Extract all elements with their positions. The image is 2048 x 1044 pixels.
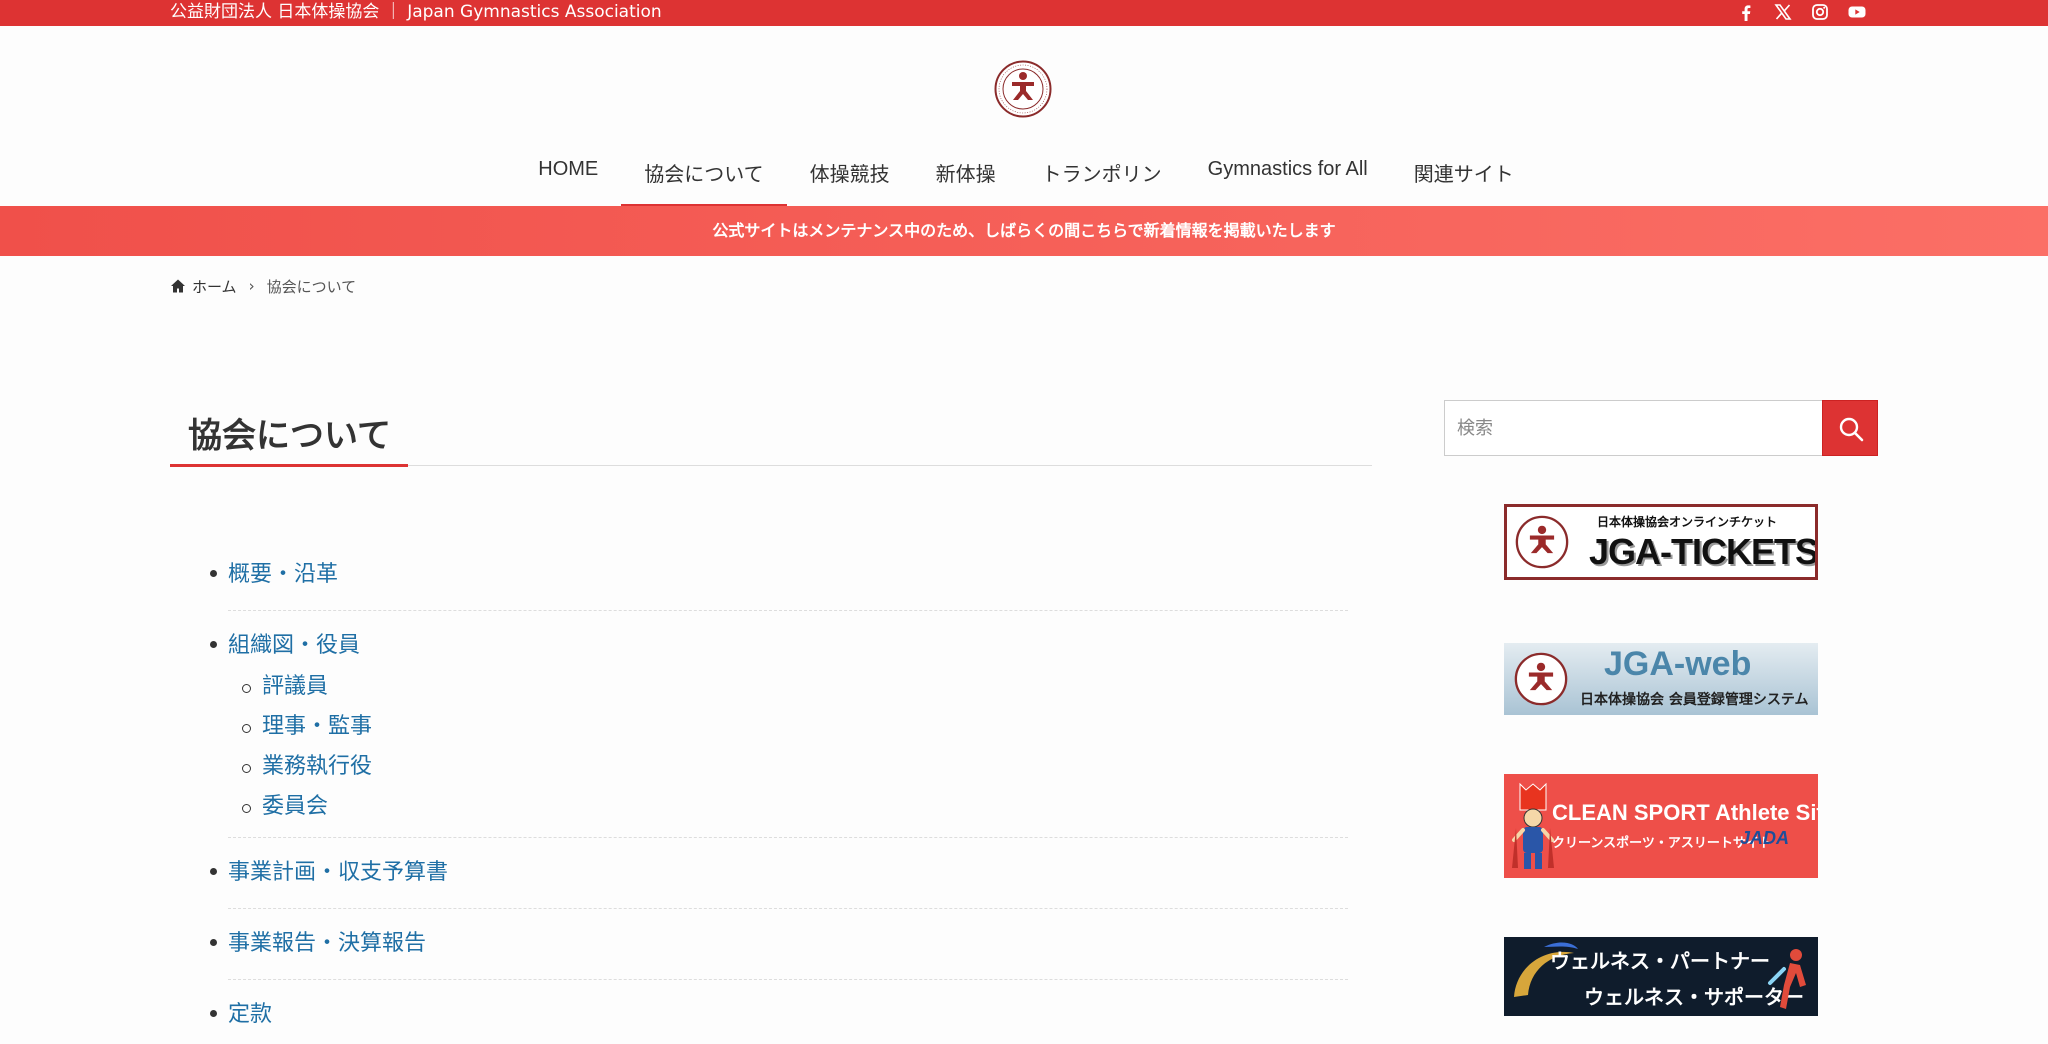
nav-item-related-sites[interactable]: 関連サイト	[1391, 146, 1537, 206]
nav-item-label: 協会について	[644, 164, 764, 186]
link-committees[interactable]: 委員会	[228, 787, 1348, 827]
banner-web-subtitle: 日本体操協会 会員登録管理システム	[1580, 692, 1809, 708]
list-divider	[228, 908, 1348, 909]
facebook-icon[interactable]	[1736, 2, 1756, 22]
banner-wellness-line1: ウェルネス・パートナー	[1550, 949, 1770, 973]
nav-item-label: 新体操	[935, 164, 996, 186]
banner-tickets-subtitle: 日本体操協会オンラインチケット	[1597, 515, 1778, 529]
jga-emblem-icon	[1515, 515, 1569, 569]
sidebar-search	[1444, 400, 1878, 456]
banner-clean-sport-subtitle: クリーンスポーツ・アスリートサイト	[1552, 836, 1772, 851]
banner-clean-sport-title: CLEAN SPORT Athlete Site	[1552, 800, 1818, 825]
breadcrumb: ホーム › 協会について	[170, 274, 356, 298]
search-input[interactable]	[1444, 400, 1822, 456]
banner-jga-web[interactable]: JGA-web 日本体操協会 会員登録管理システム	[1504, 643, 1818, 715]
link-articles-of-incorporation[interactable]: 定款	[228, 988, 1348, 1042]
list-divider	[228, 979, 1348, 980]
link-business-report-financials[interactable]: 事業報告・決算報告	[228, 917, 1348, 971]
maintenance-notice: 公式サイトはメンテナンス中のため、しばらくの間こちらで新着情報を掲載いたします	[0, 206, 2048, 256]
banner-jada-logo: JADA	[1740, 828, 1790, 848]
mascot-icon	[1512, 782, 1554, 869]
x-icon[interactable]	[1773, 2, 1793, 22]
banner-clean-sport[interactable]: CLEAN SPORT Athlete Site クリーンスポーツ・アスリートサ…	[1504, 774, 1818, 878]
title-accent-bar	[170, 464, 408, 467]
nav-item-gymnastics-for-all[interactable]: Gymnastics for All	[1185, 146, 1391, 206]
nav-item-artistic-gymnastics[interactable]: 体操競技	[787, 146, 913, 206]
link-overview-history[interactable]: 概要・沿革	[228, 548, 1348, 602]
banner-web-title: JGA-web	[1604, 645, 1752, 683]
list-item: 定款	[208, 988, 1348, 1042]
gymnast-figure-icon	[1768, 949, 1806, 1009]
banner-jga-tickets[interactable]: 日本体操協会オンラインチケット JGA-TICKETS	[1504, 504, 1818, 580]
link-business-plan-budget[interactable]: 事業計画・収支予算書	[228, 846, 1348, 900]
nav-item-label: Gymnastics for All	[1207, 158, 1368, 180]
nav-item-label: HOME	[538, 158, 599, 180]
jga-emblem-icon	[1514, 652, 1568, 706]
nav-item-rhythmic-gymnastics[interactable]: 新体操	[913, 146, 1019, 206]
link-organization-officers[interactable]: 組織図・役員	[228, 619, 1348, 673]
nav-item-trampoline[interactable]: トランポリン	[1019, 146, 1185, 206]
search-icon	[1839, 417, 1864, 442]
nav-item-label: 関連サイト	[1413, 164, 1514, 186]
page-title: 協会について	[188, 416, 391, 456]
youtube-icon[interactable]	[1847, 2, 1867, 22]
list-divider	[228, 837, 1348, 838]
nav-item-label: トランポリン	[1041, 164, 1162, 186]
instagram-icon[interactable]	[1810, 2, 1830, 22]
top-bar: 公益財団法人 日本体操協会 ｜ Japan Gymnastics Associa…	[0, 0, 2048, 26]
chevron-right-icon: ›	[248, 277, 255, 295]
list-item: 事業報告・決算報告	[208, 917, 1348, 980]
breadcrumb-current: 協会について	[266, 277, 357, 296]
list-divider	[228, 610, 1348, 611]
link-directors-auditors[interactable]: 理事・監事	[228, 707, 1348, 747]
list-item: 概要・沿革	[208, 548, 1348, 611]
social-links	[1736, 0, 1867, 24]
nav-item-about[interactable]: 協会について	[621, 146, 788, 208]
search-button[interactable]	[1822, 400, 1878, 456]
link-councillors[interactable]: 評議員	[228, 667, 1348, 707]
nav-item-home[interactable]: HOME	[515, 146, 621, 206]
site-logo[interactable]	[994, 60, 1052, 118]
list-item: 事業計画・収支予算書	[208, 846, 1348, 909]
about-link-list: 概要・沿革 組織図・役員 評議員 理事・監事 業務執行役 委員会 事業計画・収支…	[208, 548, 1348, 1042]
banner-tickets-title: JGA-TICKETS	[1589, 531, 1818, 572]
main-nav: HOME 協会について 体操競技 新体操 トランポリン Gymnastics f…	[0, 146, 2048, 208]
org-name: 公益財団法人 日本体操協会 ｜ Japan Gymnastics Associa…	[170, 2, 662, 22]
page-title-block: 協会について	[170, 400, 1372, 467]
link-executive-officers[interactable]: 業務執行役	[228, 747, 1348, 787]
banner-wellness[interactable]: ウェルネス・パートナー ウェルネス・サポーター	[1504, 937, 1818, 1016]
list-item: 組織図・役員 評議員 理事・監事 業務執行役 委員会	[208, 619, 1348, 838]
home-icon	[170, 278, 186, 294]
nav-item-label: 体操競技	[809, 164, 890, 186]
breadcrumb-home[interactable]: ホーム	[192, 276, 237, 297]
